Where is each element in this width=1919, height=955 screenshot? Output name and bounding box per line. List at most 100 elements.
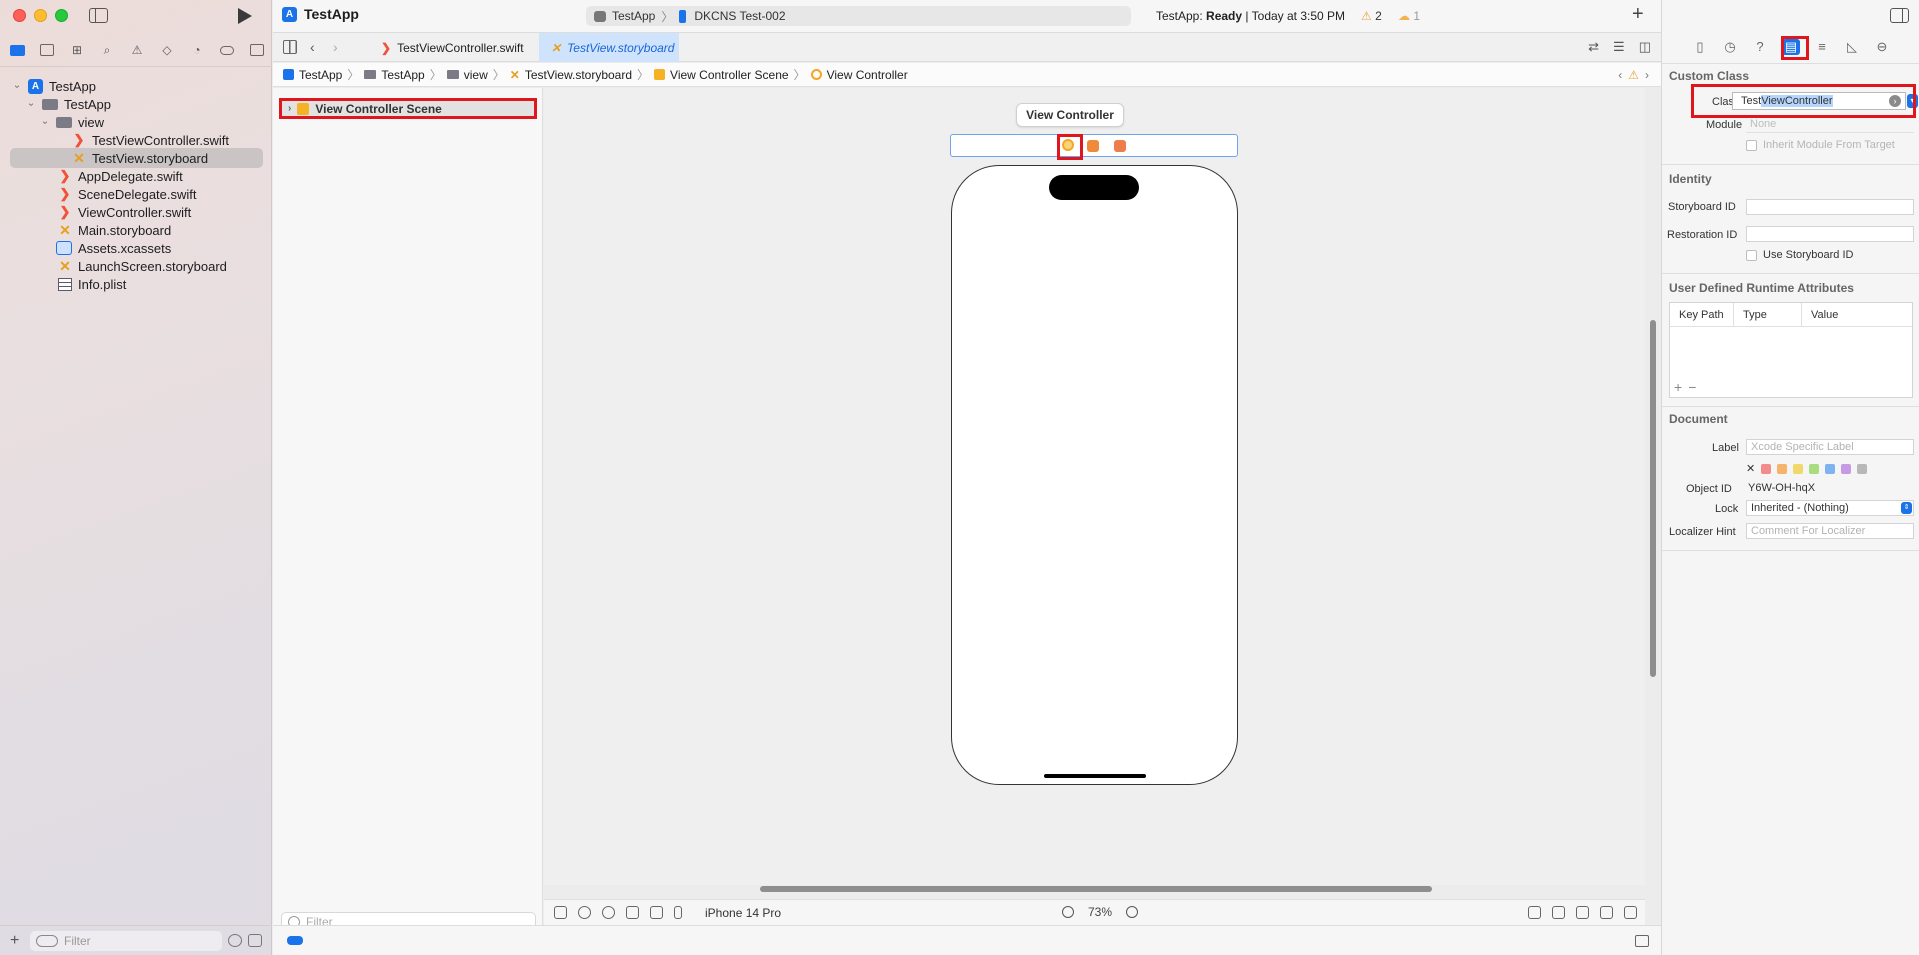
add-library-button[interactable]: + (1632, 3, 1644, 26)
update-frames-icon[interactable] (1528, 906, 1541, 919)
add-constraints-icon[interactable] (1576, 906, 1589, 919)
tree-item[interactable]: ✕ Main.storyboard (58, 220, 171, 240)
breadcrumb-item[interactable]: TestApp (283, 68, 342, 82)
tree-item[interactable]: ✕ LaunchScreen.storyboard (58, 256, 227, 276)
tree-item[interactable]: ❯ AppDelegate.swift (58, 166, 183, 186)
add-icon[interactable]: + (10, 932, 24, 950)
color-swatch[interactable] (1825, 463, 1836, 474)
outline-toggle-icon[interactable] (554, 906, 567, 919)
minimize-window-button[interactable] (34, 9, 47, 22)
hide-debug-icon[interactable] (1635, 935, 1649, 947)
tree-item[interactable]: ❯ ViewController.swift (58, 202, 192, 222)
related-items-icon[interactable] (283, 40, 297, 54)
tree-item[interactable]: ❯ SceneDelegate.swift (58, 184, 197, 204)
doc-label-field[interactable]: Xcode Specific Label (1746, 439, 1914, 455)
tree-item[interactable]: › view (40, 112, 105, 132)
restoration-id-field[interactable] (1746, 226, 1914, 242)
vertical-scrollbar[interactable] (1650, 320, 1656, 677)
history-icon[interactable]: ◷ (1722, 39, 1738, 55)
attributes-inspector-icon[interactable]: ≡ (1814, 39, 1830, 55)
use-storyboard-id-checkbox[interactable]: Use Storyboard ID (1746, 249, 1853, 261)
add-icon[interactable]: + (1674, 380, 1682, 394)
project-navigator-tab[interactable] (8, 42, 26, 58)
filter-scope-icon[interactable] (248, 934, 262, 947)
warnings-badge[interactable]: ⚠ 2 (1361, 9, 1382, 23)
color-swatch[interactable] (1777, 463, 1788, 474)
chevron-down-icon[interactable]: › (12, 81, 23, 91)
close-window-button[interactable] (13, 9, 26, 22)
size-inspector-icon[interactable]: ◺ (1844, 39, 1860, 55)
resolve-issues-icon[interactable] (1600, 906, 1613, 919)
outline-item-view-controller-scene[interactable]: › View Controller Scene (279, 98, 537, 119)
breadcrumb-item[interactable]: view (446, 68, 488, 82)
module-select[interactable]: None (1746, 118, 1914, 133)
color-swatch[interactable] (1793, 463, 1804, 474)
checkbox[interactable] (1746, 139, 1757, 151)
color-swatch[interactable] (1761, 463, 1772, 474)
previous-issue-icon[interactable]: ‹ (1618, 68, 1622, 82)
localizer-hint-field[interactable]: Comment For Localizer (1746, 523, 1914, 539)
find-navigator-tab[interactable]: ⌕ (98, 42, 116, 58)
debug-area-icon[interactable] (287, 936, 303, 945)
split-editor-icon[interactable]: ◫ (1639, 39, 1651, 55)
navigator-filter-input[interactable]: Filter (30, 930, 222, 951)
inherit-module-checkbox[interactable]: Inherit Module From Target (1746, 139, 1895, 151)
sidebar-toggle-icon[interactable] (89, 8, 108, 23)
exit-icon[interactable] (1114, 140, 1126, 152)
chevron-right-icon[interactable]: › (288, 103, 291, 114)
class-field[interactable]: TestViewController › (1732, 92, 1906, 110)
runtime-attributes-table[interactable]: Key Path Type Value + − (1669, 302, 1913, 398)
device-selector[interactable]: iPhone 14 Pro (705, 906, 781, 920)
tree-item[interactable]: › A TestApp (12, 76, 96, 96)
column-header[interactable]: Type (1734, 302, 1802, 327)
horizontal-scrollbar[interactable] (760, 886, 1432, 892)
breadcrumb-item[interactable]: View Controller (810, 68, 908, 82)
tab-testview-storyboard[interactable]: ✕ TestView.storyboard (539, 33, 679, 62)
storyboard-id-field[interactable] (1746, 199, 1914, 215)
tree-item[interactable]: ❯ TestViewController.swift (72, 130, 230, 150)
breadcrumb-item[interactable]: TestApp (364, 68, 425, 82)
chevron-down-icon[interactable]: › (26, 99, 37, 109)
tree-item-selected[interactable]: ✕ TestView.storyboard (10, 148, 263, 168)
run-icon[interactable] (238, 8, 252, 24)
checkbox[interactable] (1746, 249, 1757, 261)
embed-icon[interactable] (1624, 906, 1637, 919)
file-inspector-icon[interactable]: ▯ (1692, 39, 1708, 55)
tree-item[interactable]: Assets.xcassets (56, 238, 171, 258)
report-navigator-tab[interactable] (248, 42, 266, 58)
filter-options-icon[interactable] (36, 934, 58, 947)
tree-item[interactable]: Info.plist (58, 274, 126, 294)
scene-dock[interactable] (950, 134, 1238, 157)
column-header[interactable]: Value (1802, 303, 1838, 327)
symbol-navigator-tab[interactable]: ⊞ (68, 42, 86, 58)
tree-item[interactable]: › TestApp (26, 94, 111, 114)
appearance-icon[interactable] (602, 906, 615, 919)
first-responder-icon[interactable] (1087, 140, 1099, 152)
storyboard-canvas[interactable]: View Controller (544, 88, 1645, 885)
zoom-window-button[interactable] (55, 9, 68, 22)
back-icon[interactable]: ‹ (310, 40, 324, 54)
tab-testviewcontroller-swift[interactable]: ❯ TestViewController.swift (369, 33, 536, 62)
remove-icon[interactable]: − (1688, 380, 1696, 394)
source-control-tab[interactable] (38, 42, 56, 58)
device-icon[interactable] (674, 906, 682, 919)
chevron-down-icon[interactable]: › (40, 117, 51, 127)
swap-icon[interactable]: ⇄ (1588, 39, 1599, 55)
breadcrumb-item[interactable]: View Controller Scene (654, 68, 789, 82)
recent-files-icon[interactable] (228, 934, 242, 947)
issue-navigator-tab[interactable]: ⚠ (128, 42, 146, 58)
scheme-selector[interactable]: TestApp 〉 DKCNS Test-002 (586, 6, 1131, 26)
color-swatch[interactable] (1809, 463, 1820, 474)
zoom-in-icon[interactable] (1126, 906, 1139, 918)
color-swatch[interactable] (1841, 463, 1852, 474)
go-to-class-icon[interactable]: › (1889, 95, 1901, 107)
layout-icon[interactable] (650, 906, 663, 919)
project-title[interactable]: A TestApp (282, 6, 359, 22)
connections-inspector-icon[interactable]: ⊖ (1874, 39, 1890, 55)
forward-icon[interactable]: › (333, 40, 347, 54)
zoom-out-icon[interactable] (1062, 906, 1074, 918)
lock-select[interactable]: Inherited - (Nothing) ⇕ (1746, 500, 1914, 516)
identity-inspector-icon[interactable]: ▤ (1782, 39, 1800, 55)
breadcrumb-item[interactable]: ✕ TestView.storyboard (510, 68, 632, 82)
issues-badge[interactable]: ☁ 1 (1398, 9, 1420, 23)
